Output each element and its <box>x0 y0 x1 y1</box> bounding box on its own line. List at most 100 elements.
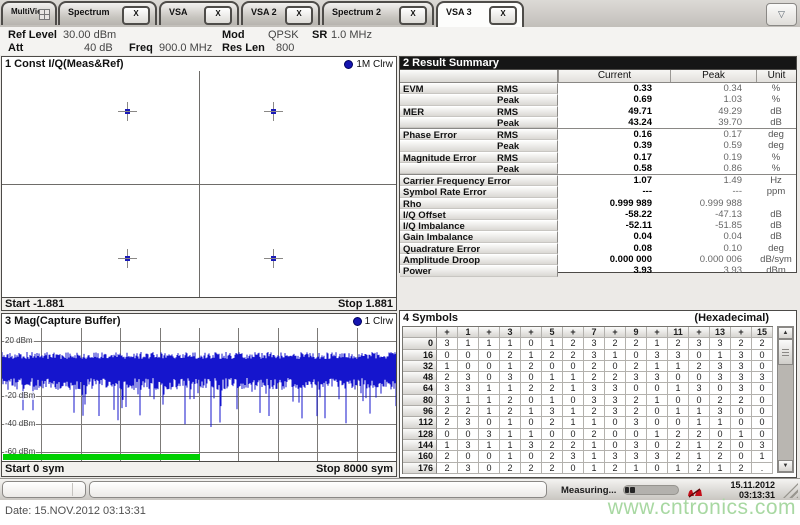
tab-vsa-3[interactable]: VSA 3 X <box>436 1 524 27</box>
multiview-grid-icon <box>39 9 50 20</box>
symbol-value-cell: 2 <box>689 360 710 373</box>
result-summary-titlebar[interactable]: 2 Result Summary <box>400 57 796 70</box>
result-row: Gain Imbalance 0.04 0.04 dB <box>400 231 796 243</box>
ref-level-value[interactable]: 30.00 dBm <box>63 29 116 41</box>
symbol-value-cell: 0 <box>479 417 500 429</box>
symbol-value-cell: 0 <box>710 428 731 440</box>
symbol-value-cell: 3 <box>689 383 710 395</box>
scrollbar-thumb[interactable] <box>778 339 793 365</box>
scroll-up-button[interactable]: ▲ <box>778 327 793 339</box>
symbol-value-cell: 1 <box>563 406 584 418</box>
symbols-window-titlebar[interactable]: 4 Symbols (Hexadecimal) <box>400 311 796 325</box>
symbol-value-cell: 2 <box>668 428 689 440</box>
symbol-value-cell: 0 <box>626 383 647 395</box>
result-row: I/Q Imbalance -52.11 -51.85 dB <box>400 220 796 232</box>
symbol-value-cell: 1 <box>647 394 668 407</box>
symbol-value-cell: 3 <box>605 383 626 395</box>
symbol-value-cell: 2 <box>731 338 752 350</box>
symbol-value-cell: 1 <box>752 451 773 463</box>
symbol-value-cell: 0 <box>542 360 563 373</box>
tab-close-button[interactable]: X <box>285 6 313 25</box>
constellation-plot[interactable] <box>2 71 396 297</box>
result-current-value: -58.22 <box>625 208 652 220</box>
symbol-value-cell: 0 <box>647 417 668 429</box>
symbol-value-cell: 0 <box>563 428 584 440</box>
progress-segment <box>667 487 672 493</box>
tab-multiview[interactable]: MultiView <box>1 1 57 25</box>
tab-close-button[interactable]: X <box>204 6 232 25</box>
trace-legend[interactable]: 1M Clrw <box>344 59 393 70</box>
symbols-column-header: + <box>479 327 500 339</box>
symbol-value-cell: 0 <box>752 428 773 440</box>
symbol-value-cell: 1 <box>689 451 710 463</box>
capture-plot[interactable]: 20 dBm -20 dBm -40 dBm -60 dBm <box>2 328 396 461</box>
symbols-column-header: 3 <box>500 327 521 339</box>
symbol-value-cell: 0 <box>668 394 689 407</box>
result-current-value: --- <box>642 186 653 198</box>
tab-close-button[interactable]: X <box>489 6 517 25</box>
result-label: Peak <box>400 162 558 175</box>
capture-window-footer: Start 0 sym Stop 8000 sym <box>2 461 396 476</box>
symbols-row-offset: 16 <box>403 349 437 361</box>
result-current-value: 49.71 <box>628 105 652 117</box>
tab-bar: MultiView Spectrum X VSA X VSA 2 X Spect… <box>0 0 800 27</box>
softkey-field-1[interactable] <box>2 481 86 498</box>
result-header-spacer <box>400 70 558 82</box>
mod-value[interactable]: QPSK <box>268 29 299 41</box>
symbol-value-cell: 2 <box>752 338 773 350</box>
symbol-value-cell: 0 <box>521 451 542 463</box>
symbol-value-cell: 2 <box>542 417 563 429</box>
symbol-value-cell: 3 <box>437 383 458 395</box>
symbol-value-cell: 1 <box>521 428 542 440</box>
freq-value[interactable]: 900.0 MHz <box>159 42 212 54</box>
symbols-column-header: + <box>563 327 584 339</box>
symbol-value-cell: 0 <box>752 360 773 373</box>
tab-close-button[interactable]: X <box>122 6 150 25</box>
tab-spectrum[interactable]: Spectrum X <box>58 1 157 25</box>
symbols-row-offset: 128 <box>403 428 437 440</box>
symbol-value-cell: 0 <box>605 428 626 440</box>
symbols-scrollbar[interactable]: ▲ ▼ <box>777 326 794 473</box>
symbols-row: 112 2 3 0 1 0 2 1 1 0 3 0 0 1 1 0 0 <box>403 417 773 429</box>
symbol-value-cell: 0 <box>458 451 479 463</box>
result-unit: % <box>771 151 781 163</box>
tab-vsa[interactable]: VSA X <box>159 1 239 25</box>
trace-legend-label: 1 Clrw <box>364 315 393 327</box>
scroll-down-button[interactable]: ▼ <box>778 460 793 472</box>
result-peak-value: 0.34 <box>723 83 743 94</box>
result-peak-value: -51.85 <box>715 220 742 232</box>
result-current-value: 0.39 <box>633 140 653 152</box>
symbol-value-cell: 0 <box>458 428 479 440</box>
symbol-value-cell: 2 <box>563 349 584 361</box>
symbol-value-cell: 3 <box>437 338 458 350</box>
symbol-value-cell: 3 <box>584 394 605 407</box>
symbol-value-cell: 1 <box>500 360 521 373</box>
symbol-value-cell: 1 <box>584 462 605 474</box>
capture-window-titlebar[interactable]: 3 Mag(Capture Buffer) 1 Clrw <box>2 314 396 329</box>
symbol-value-cell: 1 <box>479 406 500 418</box>
tab-spectrum-2[interactable]: Spectrum 2 X <box>322 1 434 25</box>
tab-overflow-button[interactable]: ▽ <box>766 3 797 26</box>
symbols-row-offset: 64 <box>403 383 437 395</box>
trace-legend[interactable]: 1 Clrw <box>352 315 393 327</box>
att-value[interactable]: 40 dB <box>84 42 113 54</box>
symbol-value-cell: 1 <box>479 394 500 407</box>
symbol-value-cell: 0 <box>563 394 584 407</box>
result-current-value: 0.999 989 <box>609 197 652 209</box>
symbols-format-label: (Hexadecimal) <box>694 312 769 324</box>
symbol-value-cell: 3 <box>710 372 731 384</box>
symbol-value-cell: 1 <box>731 428 752 440</box>
sr-value[interactable]: 1.0 MHz <box>331 29 372 41</box>
symbol-value-cell: 0 <box>731 439 752 452</box>
symbol-value-cell: 3 <box>710 360 731 373</box>
symbol-value-cell: 0 <box>542 428 563 440</box>
tab-close-button[interactable]: X <box>399 6 427 25</box>
symbol-value-cell: 3 <box>752 439 773 452</box>
softkey-field-2[interactable] <box>89 481 547 498</box>
res-len-value[interactable]: 800 <box>276 42 294 54</box>
symbols-row-offset: 48 <box>403 372 437 384</box>
tab-vsa-2[interactable]: VSA 2 X <box>241 1 320 25</box>
symbol-value-cell: 0 <box>731 451 752 463</box>
vsa-application-screen: MultiView Spectrum X VSA X VSA 2 X Spect… <box>0 0 800 525</box>
const-window-titlebar[interactable]: 1 Const I/Q(Meas&Ref) 1M Clrw <box>2 57 396 72</box>
